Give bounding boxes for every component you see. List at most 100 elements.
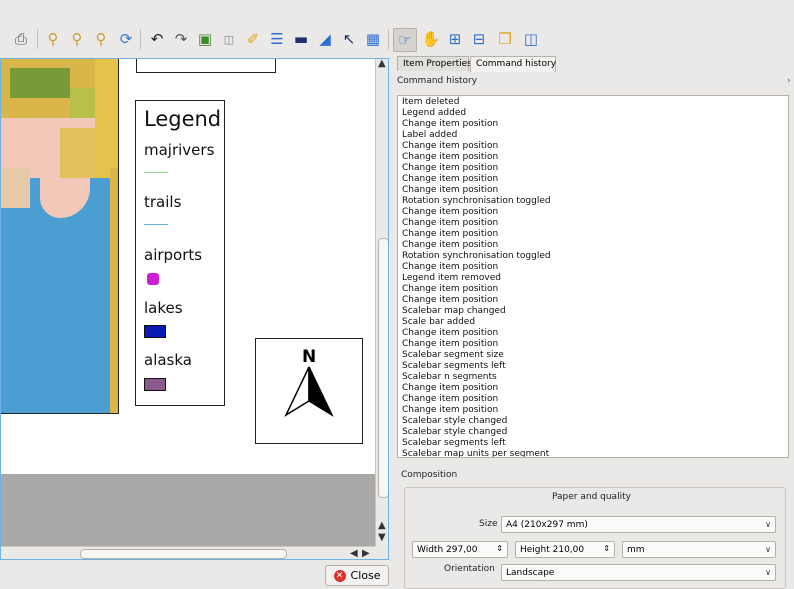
scroll-right-icon[interactable]: ▶	[362, 548, 370, 559]
horizontal-scrollbar-thumb[interactable]	[80, 549, 287, 559]
width-spinbox[interactable]: Width 297,00 ⇕	[412, 541, 508, 558]
legend-symbol-majrivers	[144, 172, 168, 173]
ungroup-icon[interactable]: ⊟	[468, 28, 490, 50]
north-arrow-item[interactable]: N	[255, 338, 363, 444]
vertical-scrollbar-thumb[interactable]	[378, 238, 389, 498]
panel-close-icon[interactable]: ›	[787, 76, 791, 86]
list-item[interactable]: Item deleted	[402, 97, 459, 108]
scroll-left-icon[interactable]: ◀	[350, 548, 358, 559]
scroll-up-icon[interactable]: ▲	[378, 520, 386, 531]
add-map-icon[interactable]: ▣	[194, 28, 216, 50]
list-item[interactable]: Change item position	[402, 185, 498, 196]
list-item[interactable]: Change item position	[402, 152, 498, 163]
unit-select[interactable]: mm ∨	[622, 541, 776, 558]
group-icon[interactable]: ⊞	[444, 28, 466, 50]
move-item-content-icon[interactable]: ✋	[420, 28, 442, 50]
list-item[interactable]: Label added	[402, 130, 457, 141]
add-shape-icon[interactable]: ◢	[314, 28, 336, 50]
tab-item-properties[interactable]: Item Properties	[397, 56, 472, 71]
chevron-down-icon: ∨	[765, 568, 771, 577]
panel-splitter[interactable]	[397, 462, 789, 466]
label-frame[interactable]	[136, 58, 276, 73]
scroll-up-icon[interactable]: ▲	[378, 58, 386, 69]
map-item[interactable]	[0, 58, 119, 414]
list-item[interactable]: Rotation synchronisation toggled	[402, 196, 551, 207]
select-move-item-icon[interactable]: ☞	[393, 28, 417, 52]
list-item[interactable]: Change item position	[402, 383, 498, 394]
add-label-icon[interactable]: ✐	[242, 28, 264, 50]
add-legend-icon[interactable]: ☰	[266, 28, 288, 50]
refresh-icon[interactable]: ⟳	[115, 28, 137, 50]
toolbar-separator	[388, 29, 389, 49]
list-item[interactable]: Rotation synchronisation toggled	[402, 251, 551, 262]
list-item[interactable]: Change item position	[402, 163, 498, 174]
undo-icon[interactable]: ↶	[146, 28, 168, 50]
unit-value: mm	[627, 545, 645, 555]
scroll-down-icon[interactable]: ▼	[378, 532, 386, 543]
composition-header: Composition	[401, 470, 458, 480]
align-icon[interactable]: ◫	[520, 28, 542, 50]
list-item[interactable]: Change item position	[402, 295, 498, 306]
list-item[interactable]: Change item position	[402, 328, 498, 339]
legend-entry-majrivers: majrivers	[144, 141, 215, 159]
redo-icon[interactable]: ↷	[170, 28, 192, 50]
raise-items-icon[interactable]: ❐	[494, 28, 516, 50]
list-item[interactable]: Scalebar segment size	[402, 350, 504, 361]
legend-entry-airports: airports	[144, 246, 203, 264]
add-table-icon[interactable]: ▦	[362, 28, 384, 50]
list-item[interactable]: Change item position	[402, 218, 498, 229]
composer-canvas[interactable]: Legend majrivers trails airports lakes a…	[0, 58, 375, 474]
legend-entry-lakes: lakes	[144, 299, 183, 317]
size-value: A4 (210x297 mm)	[506, 520, 588, 530]
list-item[interactable]: Change item position	[402, 405, 498, 416]
orientation-select[interactable]: Landscape ∨	[501, 564, 776, 581]
list-item[interactable]: Change item position	[402, 240, 498, 251]
legend-title: Legend	[144, 107, 222, 131]
north-label: N	[302, 347, 317, 367]
close-icon: ✕	[333, 569, 346, 582]
size-label: Size	[479, 519, 498, 529]
vertical-scrollbar[interactable]: ▲ ▲ ▼	[375, 58, 390, 546]
list-item[interactable]: Change item position	[402, 141, 498, 152]
list-item[interactable]: Change item position	[402, 339, 498, 350]
tab-command-history[interactable]: Command history	[470, 56, 556, 72]
zoom-out-icon[interactable]: ⚲	[90, 28, 112, 50]
list-item[interactable]: Change item position	[402, 174, 498, 185]
close-button[interactable]: ✕ Close	[325, 565, 389, 586]
zoom-full-icon[interactable]: ⚲	[42, 28, 64, 50]
legend-item[interactable]: Legend majrivers trails airports lakes a…	[135, 100, 225, 406]
spin-arrows-icon[interactable]: ⇕	[603, 544, 610, 553]
height-value: Height 210,00	[520, 545, 585, 555]
legend-symbol-lakes	[144, 325, 166, 338]
horizontal-scrollbar[interactable]: ◀ ▶	[0, 546, 375, 561]
list-item[interactable]: Scalebar segments left	[402, 438, 506, 449]
list-item[interactable]: Legend added	[402, 108, 466, 119]
list-item[interactable]: Scalebar style changed	[402, 416, 507, 427]
print-icon[interactable]: ⎙	[10, 28, 32, 50]
add-image-icon[interactable]: ◫	[218, 28, 240, 50]
list-item[interactable]: Legend item removed	[402, 273, 501, 284]
list-item[interactable]: Scalebar map units per segment	[402, 449, 549, 457]
list-item[interactable]: Change item position	[402, 394, 498, 405]
add-scalebar-icon[interactable]: ▬	[290, 28, 312, 50]
composer-toolbar: ⎙ ⚲ ⚲ ⚲ ⟳ ↶ ↷ ▣ ◫ ✐ ☰ ▬ ◢ ↖ ▦ ☞ ✋ ⊞ ⊟ ❐ …	[0, 0, 794, 60]
add-arrow-icon[interactable]: ↖	[338, 28, 360, 50]
size-select[interactable]: A4 (210x297 mm) ∨	[501, 516, 776, 533]
spin-arrows-icon[interactable]: ⇕	[496, 544, 503, 553]
legend-symbol-alaska	[144, 378, 166, 391]
list-item[interactable]: Change item position	[402, 229, 498, 240]
list-item[interactable]: Scale bar added	[402, 317, 475, 328]
command-history-list[interactable]: Item deleted Legend added Change item po…	[397, 95, 789, 458]
list-item[interactable]: Change item position	[402, 119, 498, 130]
list-item[interactable]: Change item position	[402, 284, 498, 295]
list-item[interactable]: Scalebar style changed	[402, 427, 507, 438]
toolbar-separator	[140, 29, 141, 49]
list-item[interactable]: Change item position	[402, 207, 498, 218]
list-item[interactable]: Scalebar n segments	[402, 372, 497, 383]
list-item[interactable]: Change item position	[402, 262, 498, 273]
list-item[interactable]: Scalebar map changed	[402, 306, 506, 317]
height-spinbox[interactable]: Height 210,00 ⇕	[515, 541, 615, 558]
list-item[interactable]: Scalebar segments left	[402, 361, 506, 372]
zoom-in-icon[interactable]: ⚲	[66, 28, 88, 50]
orientation-label: Orientation	[444, 564, 495, 574]
